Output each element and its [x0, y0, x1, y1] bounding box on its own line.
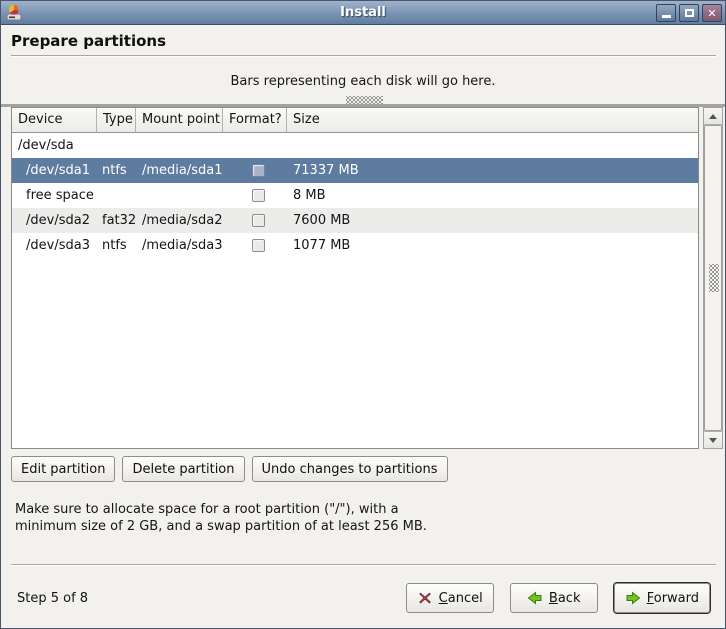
format-checkbox[interactable]	[252, 214, 265, 227]
disk-bars-placeholder: Bars representing each disk will go here…	[1, 74, 725, 89]
minimize-icon	[662, 15, 671, 18]
step-indicator: Step 5 of 8	[17, 591, 88, 606]
size-cell: 7600 MB	[287, 208, 698, 233]
scrollbar-thumb[interactable]	[704, 125, 722, 431]
device-cell: /dev/sda3	[12, 233, 97, 258]
header-separator	[11, 55, 716, 57]
type-cell: fat32	[97, 208, 136, 233]
column-header-device[interactable]: Device	[12, 108, 97, 133]
forward-arrow-icon	[625, 590, 641, 606]
scroll-up-icon	[709, 114, 717, 119]
install-window: Install ✕ Prepare partitions Bars repres…	[0, 0, 726, 629]
format-checkbox[interactable]	[252, 239, 265, 252]
table-row-free-space[interactable]: free space 8 MB	[12, 183, 698, 208]
undo-changes-button[interactable]: Undo changes to partitions	[252, 456, 448, 482]
column-header-format[interactable]: Format?	[223, 108, 287, 133]
maximize-icon	[685, 9, 694, 17]
back-label: Back	[549, 591, 581, 606]
window-title: Install	[1, 5, 725, 20]
table-row-sda1[interactable]: /dev/sda1 ntfs /media/sda1 71337 MB	[12, 158, 698, 183]
edit-partition-button[interactable]: Edit partition	[11, 456, 115, 482]
table-header: Device Type Mount point Format? Size	[12, 108, 698, 133]
cancel-x-icon	[417, 590, 433, 606]
device-cell: free space	[12, 183, 97, 208]
format-checkbox[interactable]	[252, 164, 265, 177]
scroll-down-icon	[709, 438, 717, 443]
size-cell: 1077 MB	[287, 233, 698, 258]
close-icon: ✕	[707, 8, 716, 19]
cancel-label: Cancel	[439, 591, 483, 606]
delete-partition-button[interactable]: Delete partition	[122, 456, 244, 482]
scroll-up-button[interactable]	[704, 108, 722, 125]
mount-cell: /media/sda2	[136, 208, 223, 233]
forward-button[interactable]: Forward	[614, 583, 710, 613]
cancel-button[interactable]: Cancel	[406, 583, 494, 613]
column-header-type[interactable]: Type	[97, 108, 136, 133]
device-cell: /dev/sda1	[12, 158, 97, 183]
scroll-down-button[interactable]	[704, 431, 722, 448]
maximize-button[interactable]	[679, 4, 699, 22]
partition-table: Device Type Mount point Format? Size /de…	[11, 107, 699, 449]
vertical-scrollbar[interactable]	[703, 107, 723, 449]
forward-label: Forward	[647, 591, 699, 606]
mount-cell: /media/sda1	[136, 158, 223, 183]
format-checkbox[interactable]	[252, 189, 265, 202]
mount-cell: /media/sda3	[136, 233, 223, 258]
device-cell: /dev/sda	[12, 133, 97, 158]
type-cell: ntfs	[97, 158, 136, 183]
table-row-sda2[interactable]: /dev/sda2 fat32 /media/sda2 7600 MB	[12, 208, 698, 233]
footer-separator	[11, 564, 716, 566]
size-cell: 8 MB	[287, 183, 698, 208]
column-header-size[interactable]: Size	[287, 108, 698, 133]
scrollbar-grip	[709, 264, 719, 292]
column-header-mount-point[interactable]: Mount point	[136, 108, 223, 133]
table-row-disk[interactable]: /dev/sda	[12, 133, 698, 158]
minimize-button[interactable]	[656, 4, 676, 22]
back-arrow-icon	[527, 590, 543, 606]
type-cell: ntfs	[97, 233, 136, 258]
back-button[interactable]: Back	[510, 583, 598, 613]
device-cell: /dev/sda2	[12, 208, 97, 233]
close-button[interactable]: ✕	[702, 4, 722, 22]
titlebar[interactable]: Install ✕	[1, 1, 725, 25]
size-cell: 71337 MB	[287, 158, 698, 183]
table-row-sda3[interactable]: /dev/sda3 ntfs /media/sda3 1077 MB	[12, 233, 698, 258]
page-title: Prepare partitions	[11, 32, 166, 50]
root-partition-hint: Make sure to allocate space for a root p…	[15, 501, 427, 535]
paned-resize-grip[interactable]	[346, 96, 383, 104]
